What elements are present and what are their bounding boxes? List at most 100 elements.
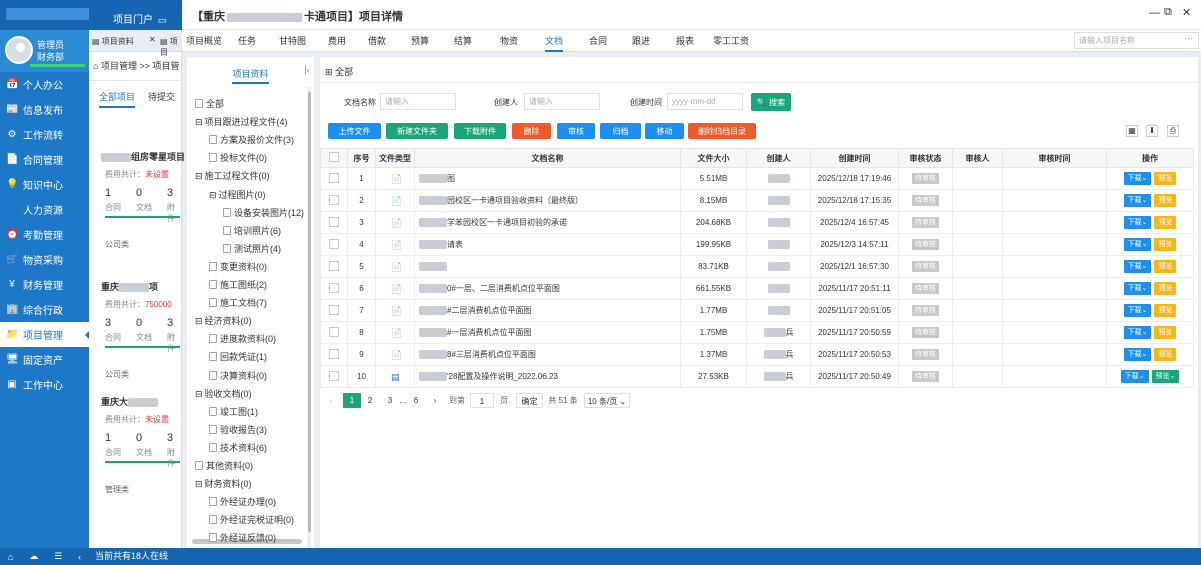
download-button[interactable]: 下载⌄: [1120, 370, 1149, 383]
row-checkbox[interactable]: [329, 370, 339, 381]
row-name[interactable]: #二层消费机点位平面图: [414, 299, 681, 322]
page-number[interactable]: 1: [343, 393, 361, 408]
table-row[interactable]: 10 ▤ '28配置及操作说明_2022.06.23 27.53KB 兵 2025/11/…: [320, 365, 1194, 388]
toolbar-button-5[interactable]: 归档: [600, 123, 641, 139]
row-checkbox[interactable]: [329, 172, 339, 183]
select-all-checkbox[interactable]: [329, 152, 339, 162]
sidebar-item-2[interactable]: ⚙ 工作流转: [0, 122, 89, 147]
print-icon[interactable]: ⎙: [1167, 125, 1179, 137]
menu-tab-8[interactable]: 文档: [545, 34, 564, 52]
table-row[interactable]: 3 📄 学苯园校区一卡通项目初验的承诺 204.68KB 2025/12/4 16:57…: [320, 211, 1194, 234]
download-button[interactable]: 下载⌄: [1123, 260, 1152, 273]
row-name[interactable]: [414, 255, 681, 278]
row-name[interactable]: 图: [414, 167, 681, 190]
tree-node[interactable]: ⊟ 验收文档(0): [195, 387, 252, 400]
download-button[interactable]: 下载⌄: [1123, 216, 1152, 229]
sidebar-item-3[interactable]: 📄 合同管理: [0, 147, 89, 172]
tree-node[interactable]: 投标文件(0): [209, 151, 267, 164]
download-button[interactable]: 下载⌄: [1123, 238, 1152, 251]
row-name[interactable]: #一层消费机点位平面图: [414, 321, 681, 344]
toolbar-button-2[interactable]: 下载附件: [454, 123, 506, 139]
search-button[interactable]: 🔍 搜索: [751, 93, 791, 111]
row-checkbox[interactable]: [329, 326, 339, 337]
sidebar-item-1[interactable]: 📰 信息发布: [0, 97, 89, 122]
row-select-cell[interactable]: [320, 233, 348, 256]
row-select-cell[interactable]: [320, 211, 348, 234]
preview-button[interactable]: 预览: [1154, 216, 1177, 229]
table-row[interactable]: 1 📄 图 5.51MB 2025/12/18 17:19:46 待审核 下载⌄ 预览: [320, 167, 1194, 190]
download-button[interactable]: 下载⌄: [1123, 304, 1152, 317]
sidebar-item-7[interactable]: 🛒 物资采购: [0, 247, 89, 272]
download-button[interactable]: 下载⌄: [1123, 282, 1152, 295]
tree-node[interactable]: ⊟ 财务资料(0): [195, 477, 252, 490]
menu-tab-12[interactable]: 零工工资: [713, 34, 749, 47]
menu-tab-2[interactable]: 甘特图: [279, 34, 306, 47]
sidebar-item-0[interactable]: 📅 个人办公: [0, 72, 89, 97]
filter-time-input[interactable]: yyyy-mm-dd: [667, 93, 743, 110]
table-row[interactable]: 4 📄 请表 199.95KB 2025/12/3 14:57:11 待审核 下载⌄ 预览: [320, 233, 1194, 256]
menu-tab-0[interactable]: 项目概览: [186, 34, 222, 47]
tree-node[interactable]: 回款凭证(1): [209, 350, 267, 363]
tree-node[interactable]: 其他资料(0): [195, 459, 253, 472]
collapse-tree-icon[interactable]: |‹: [304, 65, 310, 76]
row-select-cell[interactable]: [320, 277, 348, 300]
tree-node[interactable]: ⊟ 施工过程文件(0): [195, 169, 270, 182]
home-icon[interactable]: ⌂: [8, 552, 13, 562]
preview-button[interactable]: 预览: [1154, 326, 1177, 339]
row-select-cell[interactable]: [320, 167, 348, 190]
sidebar-item-4[interactable]: 💡 知识中心: [0, 172, 89, 197]
all-folder-label[interactable]: ⊞ 全部: [325, 65, 353, 78]
tree-node[interactable]: 全部: [195, 97, 224, 110]
collapse-node-icon[interactable]: ⊟: [209, 190, 217, 200]
menu-tab-11[interactable]: 报表: [676, 34, 694, 47]
menu-tab-4[interactable]: 借款: [368, 34, 386, 47]
table-row[interactable]: 9 📄 8#三层消费机点位平面图 1.37MB 兵 2025/11/17 20:50:53…: [320, 343, 1194, 366]
toolbar-button-0[interactable]: 上传文件: [328, 123, 381, 139]
tree-node[interactable]: 施工图纸(2): [209, 278, 267, 291]
goto-confirm-button[interactable]: 确定: [516, 393, 543, 408]
select-all-cell[interactable]: [320, 148, 348, 168]
row-name[interactable]: '28配置及操作说明_2022.06.23: [414, 365, 681, 388]
row-checkbox[interactable]: [329, 194, 339, 205]
prev-page-icon[interactable]: ‹: [326, 393, 336, 408]
tree-node[interactable]: 决算资料(0): [209, 369, 267, 382]
row-select-cell[interactable]: [320, 255, 348, 278]
table-row[interactable]: 8 📄 #一层消费机点位平面图 1.75MB 兵 2025/11/17 20:50:59 待…: [320, 321, 1194, 344]
row-checkbox[interactable]: [329, 238, 339, 249]
sidebar-item-5[interactable]: 👤 人力资源: [0, 197, 89, 222]
page-number[interactable]: 2: [364, 393, 376, 408]
menu-tab-9[interactable]: 合同: [589, 34, 607, 47]
row-checkbox[interactable]: [329, 304, 339, 315]
tree-node[interactable]: 变更资料(0): [209, 260, 267, 273]
close-icon[interactable]: ✕: [1182, 6, 1191, 19]
download-button[interactable]: 下载⌄: [1123, 194, 1152, 207]
download-button[interactable]: 下载⌄: [1123, 348, 1152, 361]
subtab-all-projects[interactable]: 全部项目: [99, 90, 136, 108]
menu-tab-1[interactable]: 任务: [238, 34, 256, 47]
tab-project-docs[interactable]: ▤ 项目资料: [92, 36, 134, 47]
collapse-node-icon[interactable]: ⊟: [195, 389, 203, 399]
cloud-icon[interactable]: ☁: [29, 551, 38, 562]
page-number[interactable]: 6: [410, 393, 422, 408]
preview-button[interactable]: 预览: [1154, 260, 1177, 273]
tree-node[interactable]: 培训照片(6): [223, 224, 281, 237]
tree-node[interactable]: 外经证完税证明(0): [209, 513, 294, 526]
project-card-title[interactable]: 重庆项: [101, 280, 158, 293]
menu-tab-10[interactable]: 跟进: [632, 34, 650, 47]
menu-tab-3[interactable]: 费用: [328, 34, 346, 47]
table-row[interactable]: 5 📄 83.71KB 2025/12/1 16:57:30 待审核 下载⌄ 预览: [320, 255, 1194, 278]
sidebar-item-12[interactable]: ▣ 工作中心: [0, 372, 89, 397]
collapse-node-icon[interactable]: ⊟: [195, 171, 203, 181]
tree-scroll-thumb[interactable]: [308, 92, 311, 532]
tree-node[interactable]: 方案及报价文件(3): [209, 133, 294, 146]
menu-icon[interactable]: ☰: [54, 551, 62, 562]
toolbar-button-6[interactable]: 移动: [645, 123, 684, 139]
preview-button[interactable]: 预览: [1154, 172, 1177, 185]
page-number[interactable]: ...: [397, 393, 409, 408]
row-checkbox[interactable]: [329, 348, 339, 359]
tree-node[interactable]: 外经证办理(0): [209, 495, 276, 508]
row-name[interactable]: 0#一层、二层消费机点位平面图: [414, 277, 681, 300]
toolbar-button-1[interactable]: 新建文件夹: [386, 123, 448, 139]
preview-button[interactable]: 预览⌄: [1151, 370, 1180, 383]
collapse-node-icon[interactable]: ⊟: [195, 117, 203, 127]
